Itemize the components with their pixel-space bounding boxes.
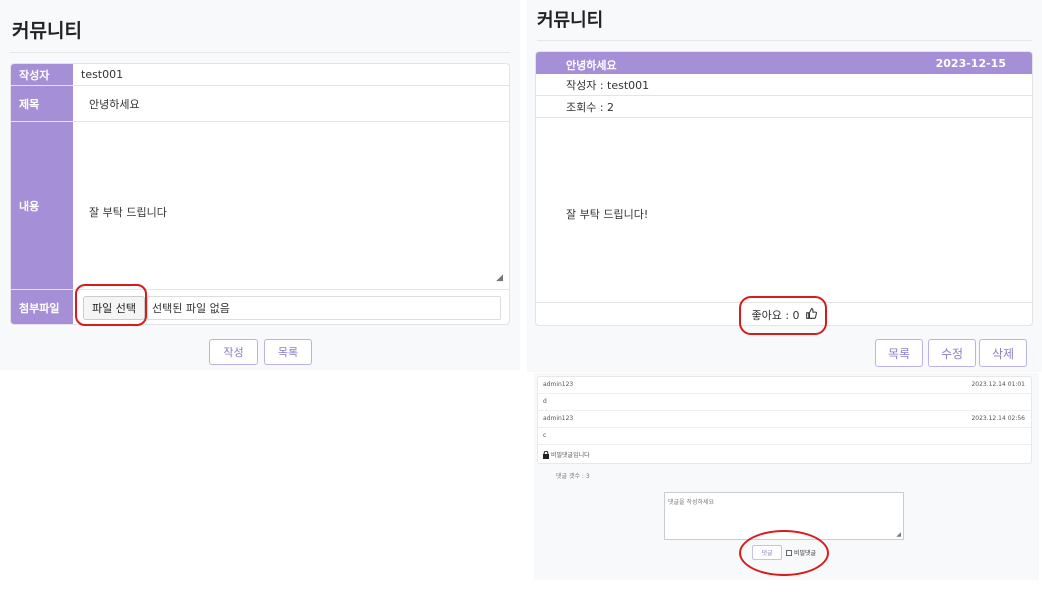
comment-text: d [543,398,547,405]
list-button[interactable]: 목록 [264,339,312,365]
page-title: 커뮤니티 [537,10,604,31]
page-title: 커뮤니티 [12,20,82,42]
resize-grip-icon[interactable]: ◢ [896,531,901,538]
divider [10,52,510,53]
secret-notice: 비밀댓글입니다 [543,450,590,459]
write-button[interactable]: 작성 [209,339,258,365]
comment-author: admin123 [543,381,574,388]
post-card: 안녕하세요 2023-12-15 작성자 : test001 조회수 : 2 잘… [535,51,1033,326]
post-title: 안녕하세요 [566,59,617,72]
content-textarea[interactable]: 잘 부탁 드립니다 ◢ [73,122,509,289]
comments-panel: admin123 2023.12.14 01:01 d admin123 202… [534,373,1039,580]
author-row: 작성자 test001 [11,64,509,86]
attachment-label: 첨부파일 [11,290,73,324]
comment-body: d [538,394,1031,411]
comment-count: 댓글 갯수 : 3 [556,473,590,480]
thumbs-up-icon[interactable] [805,308,817,322]
resize-grip-icon[interactable]: ◢ [496,273,503,283]
comment-date: 2023.12.14 01:01 [971,381,1025,388]
delete-button[interactable]: 삭제 [979,339,1027,367]
post-header: 안녕하세요 2023-12-15 [536,52,1032,74]
edit-button[interactable]: 수정 [928,339,976,367]
comment-list: admin123 2023.12.14 01:01 d admin123 202… [537,376,1032,464]
file-select-button[interactable]: 파일 선택 [83,296,145,320]
write-form: 작성자 test001 제목 안녕하세요 내용 잘 부탁 드립니다 ◢ 첨부파일… [10,63,510,325]
comment-header: admin123 2023.12.14 02:56 [538,411,1031,428]
secret-comment: 비밀댓글입니다 [538,445,1031,463]
content-row: 내용 잘 부탁 드립니다 ◢ [11,122,509,290]
divider [537,40,1032,41]
checkbox-icon[interactable] [786,549,792,556]
comment-date: 2023.12.14 02:56 [971,415,1025,422]
post-date: 2023-12-15 [935,57,1006,70]
write-panel: 커뮤니티 작성자 test001 제목 안녕하세요 내용 잘 부탁 드립니다 ◢… [0,0,520,370]
file-status: 선택된 파일 없음 [147,296,501,320]
content-label: 내용 [11,122,73,289]
comment-text: c [543,432,547,439]
secret-notice-text: 비밀댓글입니다 [551,452,590,459]
comment-header: admin123 2023.12.14 01:01 [538,377,1031,394]
post-body: 잘 부탁 드립니다! [566,208,649,221]
like-count: 좋아요 : 0 [751,309,800,322]
detail-panel: 커뮤니티 안녕하세요 2023-12-15 작성자 : test001 조회수 … [527,0,1042,372]
comment-author: admin123 [543,415,574,422]
comment-placeholder: 댓글을 작성하세요 [668,499,715,506]
lock-icon [543,450,549,459]
title-label: 제목 [11,86,73,121]
list-button[interactable]: 목록 [875,339,923,367]
comment-input[interactable]: 댓글을 작성하세요 ◢ [664,492,904,540]
comment-submit-button[interactable]: 댓글 [752,545,782,560]
attachment-row: 첨부파일 파일 선택 선택된 파일 없음 [11,290,509,324]
post-author: 작성자 : test001 [536,74,1032,96]
title-row: 제목 안녕하세요 [11,86,509,122]
comment-body: c [538,428,1031,445]
content-text: 잘 부탁 드립니다 [89,205,167,219]
secret-checkbox-label: 비밀댓글 [794,550,817,557]
post-views: 조회수 : 2 [536,96,1032,118]
author-value: test001 [81,68,124,81]
like-bar: 좋아요 : 0 [536,302,1032,325]
secret-checkbox[interactable]: 비밀댓글 [786,545,816,560]
author-label: 작성자 [11,64,73,85]
title-input[interactable]: 안녕하세요 [73,86,509,121]
